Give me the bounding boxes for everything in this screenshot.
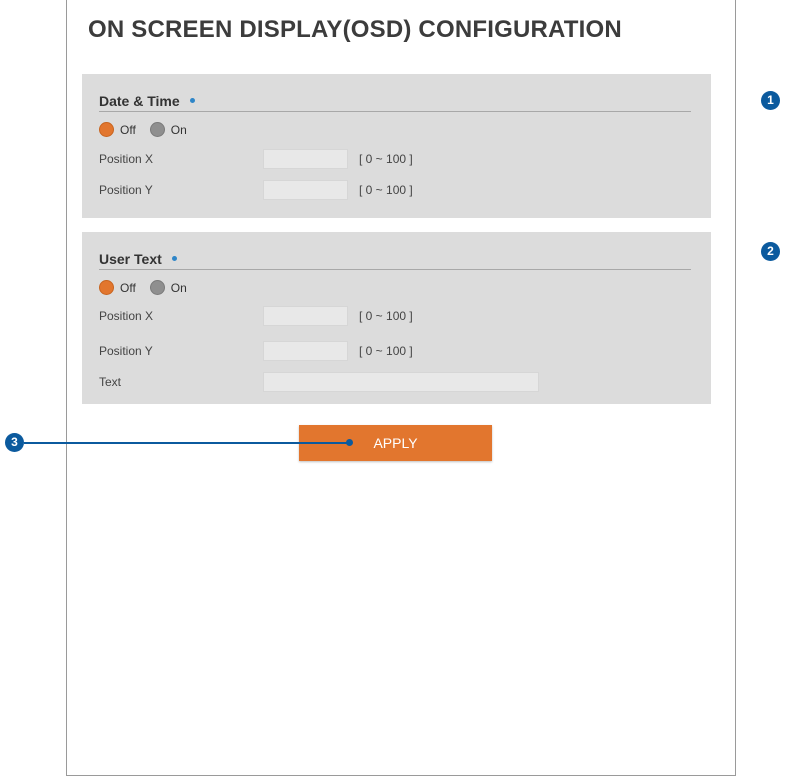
callout-badge-1: 1 [761, 91, 780, 110]
date-time-title-text: Date & Time [99, 93, 180, 109]
bullet-dot-icon [189, 98, 195, 103]
date-time-off-radio[interactable] [99, 122, 114, 137]
user-text-position-x-input[interactable] [263, 306, 348, 326]
callout-leader-line [24, 442, 350, 444]
user-text-panel: User Text Off On Position X [ 0 ~ 100 ] … [82, 232, 711, 404]
callout-badge-3: 3 [5, 433, 24, 452]
callout-badge-2: 2 [761, 242, 780, 261]
date-time-panel: Date & Time Off On Position X [ 0 ~ 100 … [82, 74, 711, 218]
date-time-on-label: On [170, 122, 187, 137]
user-text-radio-group: Off On [99, 280, 201, 295]
user-text-off-label: Off [120, 280, 136, 295]
user-text-position-y-input[interactable] [263, 341, 348, 361]
page-title: ON SCREEN DISPLAY(OSD) CONFIGURATION [88, 16, 622, 43]
date-time-on-radio[interactable] [149, 122, 165, 137]
date-time-position-y-range: [ 0 ~ 100 ] [359, 183, 413, 197]
user-text-on-radio[interactable] [149, 280, 165, 295]
user-text-position-x-range: [ 0 ~ 100 ] [359, 309, 413, 323]
user-text-position-x-label: Position X [99, 309, 154, 323]
date-time-title: Date & Time [99, 93, 195, 109]
callout-leader-dot [346, 439, 353, 446]
user-text-on-label: On [170, 280, 187, 295]
bullet-dot-icon [171, 256, 177, 261]
date-time-position-y-label: Position Y [99, 183, 153, 197]
date-time-position-x-input[interactable] [263, 149, 348, 169]
date-time-position-x-label: Position X [99, 152, 154, 166]
user-text-off-radio[interactable] [99, 280, 114, 295]
date-time-off-label: Off [120, 122, 136, 137]
date-time-position-y-input[interactable] [263, 180, 348, 200]
section-divider [99, 269, 691, 270]
date-time-radio-group: Off On [99, 122, 201, 137]
user-text-text-label: Text [99, 375, 122, 389]
user-text-position-y-label: Position Y [99, 344, 153, 358]
date-time-position-x-range: [ 0 ~ 100 ] [359, 152, 413, 166]
user-text-title-text: User Text [99, 251, 162, 267]
section-divider [99, 111, 691, 112]
user-text-position-y-range: [ 0 ~ 100 ] [359, 344, 413, 358]
user-text-title: User Text [99, 251, 177, 267]
user-text-text-input[interactable] [263, 372, 539, 392]
